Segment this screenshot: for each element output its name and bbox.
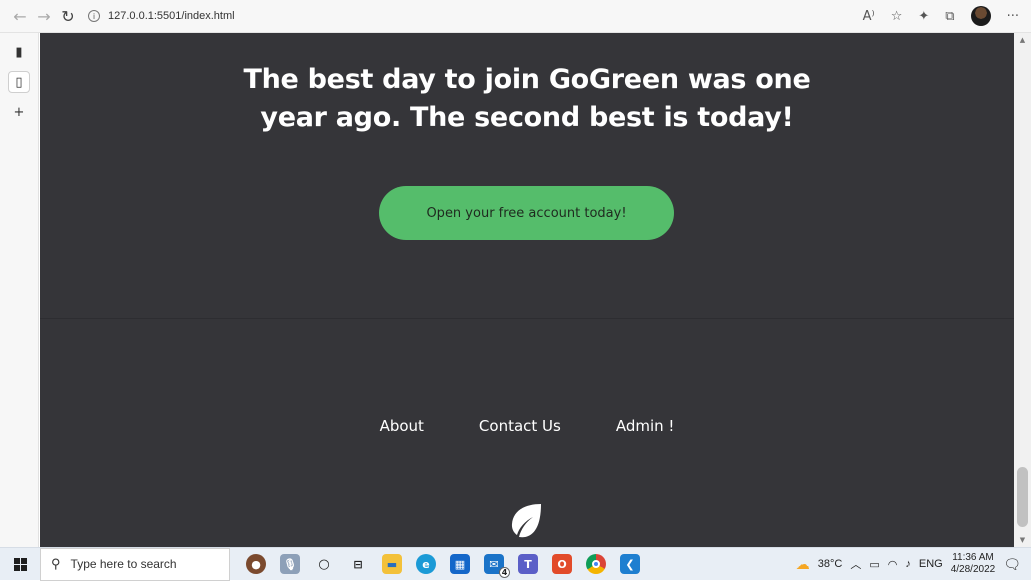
footer-link-admin[interactable]: Admin ! <box>616 417 675 435</box>
active-tab-icon[interactable]: ▯ <box>8 71 30 93</box>
microsoft-store-icon[interactable]: ▦ <box>450 554 470 574</box>
language-indicator[interactable]: ENG <box>919 558 943 570</box>
taskbar-apps: ● 🎙 ○ ⊟ ▬ e ▦ ✉ 4 T O ❮ <box>246 554 640 578</box>
forward-icon[interactable]: → <box>32 4 56 28</box>
notification-icon[interactable]: 🗨 <box>1003 556 1021 573</box>
hero-title-line-1: The best day to join GoGreen was one <box>243 64 811 95</box>
office-icon[interactable]: O <box>552 554 572 574</box>
wifi-icon[interactable]: ◠ <box>888 558 898 571</box>
cortana-icon[interactable]: ○ <box>314 554 334 574</box>
battery-icon[interactable]: ▭ <box>869 558 879 571</box>
site-info-icon[interactable]: i <box>88 10 100 22</box>
taskbar-clock[interactable]: 11:36 AM 4/28/2022 <box>951 552 996 576</box>
browser-toolbar: ← → ↻ i 127.0.0.1:5501/index.html A⁾ ☆ ✦… <box>0 0 1031 33</box>
weather-temp[interactable]: 38°C <box>818 558 843 570</box>
mail-badge: 4 <box>499 567 510 578</box>
task-view-icon[interactable]: ⊟ <box>348 554 368 574</box>
leaf-logo-icon <box>511 504 541 538</box>
toolbar-actions: A⁾ ☆ ✦ ⧉ ··· <box>863 6 1031 26</box>
open-account-button[interactable]: Open your free account today! <box>379 186 674 240</box>
weather-icon[interactable]: ☁ <box>796 556 810 573</box>
chevron-up-icon[interactable]: ︿ <box>850 556 861 572</box>
profile-avatar[interactable] <box>970 6 991 26</box>
url-text[interactable]: 127.0.0.1:5501/index.html <box>108 10 235 22</box>
web-page: The best day to join GoGreen was one yea… <box>40 33 1014 547</box>
widget-icon[interactable]: ● <box>246 554 266 574</box>
favorite-star-icon[interactable]: ☆ <box>891 9 903 24</box>
footer-link-contact[interactable]: Contact Us <box>479 417 561 435</box>
footer-link-about[interactable]: About <box>380 417 424 435</box>
section-divider <box>40 318 1014 319</box>
microphone-icon[interactable]: 🎙 <box>280 554 300 574</box>
hero-title: The best day to join GoGreen was one yea… <box>40 61 1014 137</box>
windows-taskbar: ⚲ Type here to search ● 🎙 ○ ⊟ ▬ e ▦ ✉ 4 T… <box>0 547 1031 581</box>
edge-browser-icon[interactable]: e <box>416 554 436 574</box>
scrollbar-thumb[interactable] <box>1017 467 1028 527</box>
system-tray: ☁ 38°C ︿ ▭ ◠ ♪ ENG 11:36 AM 4/28/2022 🗨 <box>796 552 1031 576</box>
hero-title-line-2: year ago. The second best is today! <box>260 102 794 133</box>
taskbar-search[interactable]: ⚲ Type here to search <box>40 547 230 581</box>
file-explorer-icon[interactable]: ▬ <box>382 554 402 574</box>
refresh-icon[interactable]: ↻ <box>56 4 80 28</box>
search-icon: ⚲ <box>51 556 61 571</box>
chrome-icon[interactable] <box>586 554 606 574</box>
vertical-tabs-sidebar: ▮ ▯ + <box>0 33 39 547</box>
scroll-up-arrow-icon[interactable]: ▲ <box>1014 33 1031 47</box>
read-aloud-icon[interactable]: A⁾ <box>863 9 875 24</box>
search-placeholder: Type here to search <box>70 557 177 571</box>
windows-logo-icon <box>13 557 27 571</box>
clock-date: 4/28/2022 <box>950 564 996 575</box>
start-button[interactable] <box>0 548 40 581</box>
tab-actions-icon[interactable]: ▮ <box>8 41 30 63</box>
teams-icon[interactable]: T <box>518 554 538 574</box>
footer-nav: About Contact Us Admin ! <box>40 417 1014 435</box>
back-icon[interactable]: ← <box>8 4 32 28</box>
clock-time: 11:36 AM <box>952 552 994 563</box>
favorites-icon[interactable]: ✦ <box>918 9 929 24</box>
mail-icon[interactable]: ✉ 4 <box>484 554 510 578</box>
address-bar[interactable]: i 127.0.0.1:5501/index.html <box>88 10 235 22</box>
collections-icon[interactable]: ⧉ <box>945 9 954 24</box>
vscode-icon[interactable]: ❮ <box>620 554 640 574</box>
page-scrollbar[interactable]: ▲ ▼ <box>1014 33 1031 547</box>
new-tab-icon[interactable]: + <box>8 101 30 123</box>
volume-icon[interactable]: ♪ <box>905 558 911 570</box>
more-menu-icon[interactable]: ··· <box>1007 9 1019 24</box>
scroll-down-arrow-icon[interactable]: ▼ <box>1014 533 1031 547</box>
